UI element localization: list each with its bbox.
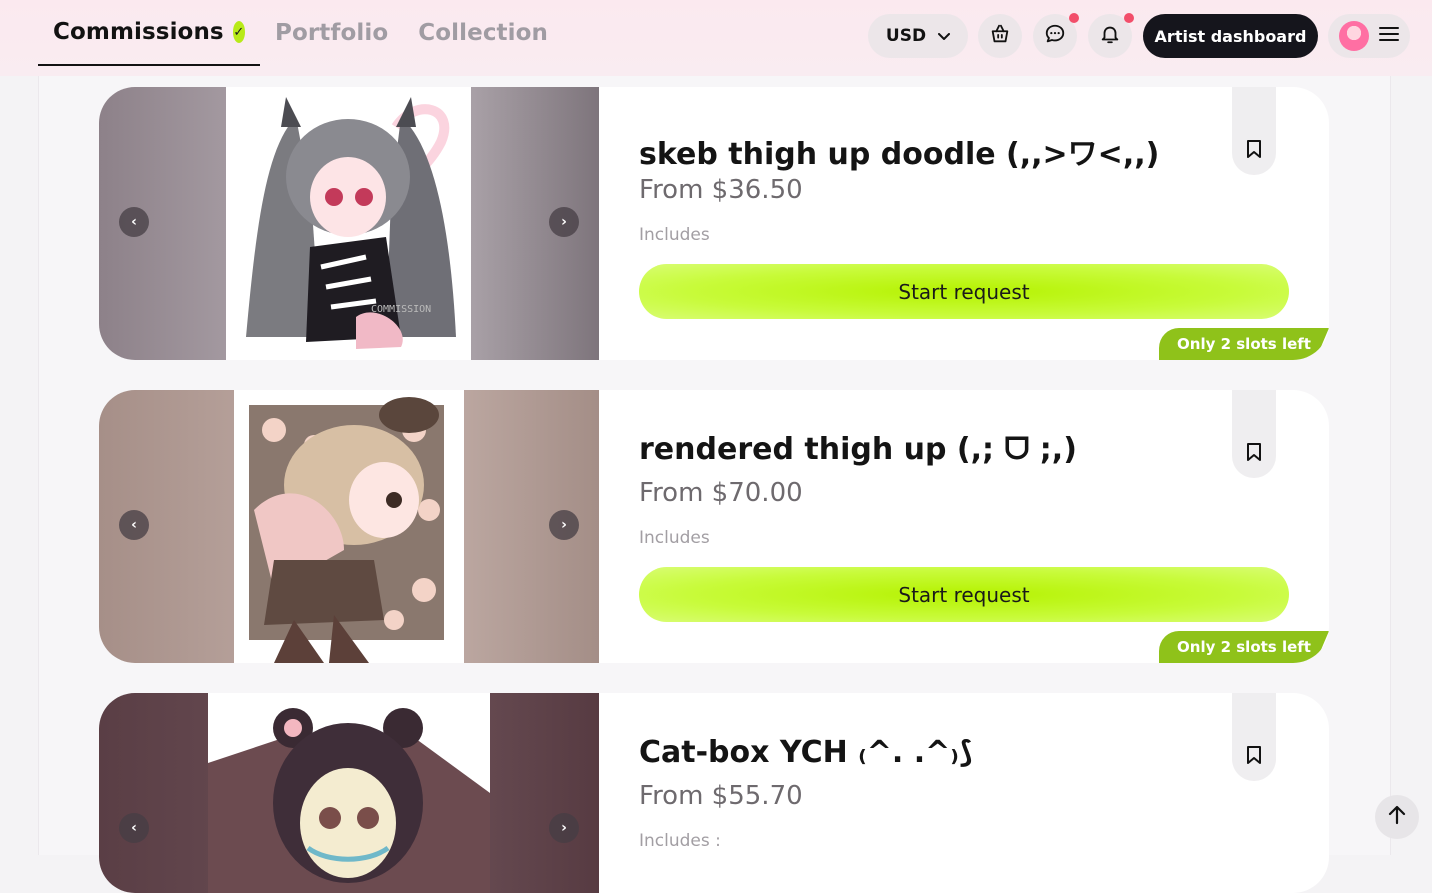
commission-card: ‹ › Cat-box YCH ₍^. .^₎⟆ From $55.70 Inc…	[99, 693, 1329, 893]
bell-icon	[1099, 23, 1121, 49]
commission-title: skeb thigh up doodle (,,>ワ<,,)	[639, 137, 1160, 172]
commission-artwork-image	[208, 693, 490, 893]
bookmark-icon	[1246, 745, 1262, 769]
commission-card: COMMISSION ‹ › skeb thigh up doodle (,,>…	[99, 87, 1329, 360]
commission-artwork-image: COMMISSION	[226, 87, 471, 360]
bookmark-icon	[1246, 442, 1262, 466]
commission-title: rendered thigh up (,; ᗜ ;,)	[639, 432, 1077, 467]
chevron-left-icon: ‹	[131, 214, 137, 230]
notifications-button[interactable]	[1088, 13, 1134, 58]
commission-artwork-image	[234, 390, 464, 663]
gallery-next-button[interactable]: ›	[549, 207, 579, 237]
notification-dot	[1124, 13, 1134, 23]
commission-includes: Includes	[639, 528, 710, 548]
notification-dot	[1069, 13, 1079, 23]
artist-dashboard-label: Artist dashboard	[1154, 26, 1307, 46]
user-menu-button[interactable]	[1328, 14, 1410, 58]
commission-includes: Includes :	[639, 831, 721, 851]
commission-includes: Includes	[639, 225, 710, 245]
tab-label: Portfolio	[275, 20, 389, 46]
chevron-left-icon: ‹	[131, 820, 137, 836]
chevron-left-icon: ‹	[131, 517, 137, 533]
image-gallery: COMMISSION ‹ ›	[99, 87, 599, 360]
cart-button[interactable]	[978, 14, 1022, 58]
top-navigation-bar: Commissions ✓ Portfolio Collection USD A…	[0, 0, 1432, 76]
chevron-right-icon: ›	[561, 820, 567, 836]
image-gallery: ‹ ›	[99, 390, 599, 663]
menu-icon	[1379, 26, 1399, 46]
currency-label: USD	[885, 26, 927, 46]
gallery-prev-button[interactable]: ‹	[119, 510, 149, 540]
shopping-bag-icon	[989, 23, 1011, 49]
start-request-button[interactable]: Start request	[639, 264, 1289, 319]
commission-title: Cat-box YCH ₍^. .^₎⟆	[639, 735, 973, 770]
gallery-prev-button[interactable]: ‹	[119, 207, 149, 237]
tab-label: Commissions	[53, 19, 224, 45]
commission-price: From $36.50	[639, 175, 803, 205]
currency-selector[interactable]: USD	[868, 14, 968, 58]
image-gallery: ‹ ›	[99, 693, 599, 893]
start-request-label: Start request	[898, 279, 1030, 304]
slots-left-badge: Only 2 slots left	[1159, 631, 1329, 663]
bookmark-icon	[1246, 139, 1262, 163]
bookmark-button[interactable]	[1232, 693, 1276, 781]
slots-left-badge: Only 2 slots left	[1159, 328, 1329, 360]
gallery-next-button[interactable]: ›	[549, 813, 579, 843]
artist-dashboard-button[interactable]: Artist dashboard	[1143, 14, 1318, 58]
commission-price: From $55.70	[639, 781, 803, 811]
tab-collection[interactable]: Collection	[403, 0, 563, 66]
tab-bar: Commissions ✓ Portfolio Collection	[38, 0, 563, 66]
artwork-watermark: COMMISSION	[371, 304, 431, 315]
chat-icon	[1044, 23, 1066, 49]
verified-check-icon: ✓	[232, 21, 245, 43]
tab-label: Collection	[418, 20, 549, 46]
chevron-down-icon	[938, 26, 951, 46]
tab-portfolio[interactable]: Portfolio	[260, 0, 403, 66]
gallery-next-button[interactable]: ›	[549, 510, 579, 540]
slots-left-label: Only 2 slots left	[1177, 638, 1311, 656]
commission-card: ‹ › rendered thigh up (,; ᗜ ;,) From $70…	[99, 390, 1329, 663]
start-request-label: Start request	[898, 582, 1030, 607]
messages-button[interactable]	[1033, 13, 1079, 58]
avatar	[1339, 21, 1369, 51]
slots-left-label: Only 2 slots left	[1177, 335, 1311, 353]
chevron-right-icon: ›	[561, 517, 567, 533]
commission-price: From $70.00	[639, 478, 803, 508]
scroll-to-top-button[interactable]	[1375, 795, 1419, 839]
chevron-right-icon: ›	[561, 214, 567, 230]
arrow-up-icon	[1388, 805, 1406, 829]
tab-commissions[interactable]: Commissions ✓	[38, 0, 260, 66]
gallery-prev-button[interactable]: ‹	[119, 813, 149, 843]
bookmark-button[interactable]	[1232, 390, 1276, 478]
start-request-button[interactable]: Start request	[639, 567, 1289, 622]
bookmark-button[interactable]	[1232, 87, 1276, 175]
